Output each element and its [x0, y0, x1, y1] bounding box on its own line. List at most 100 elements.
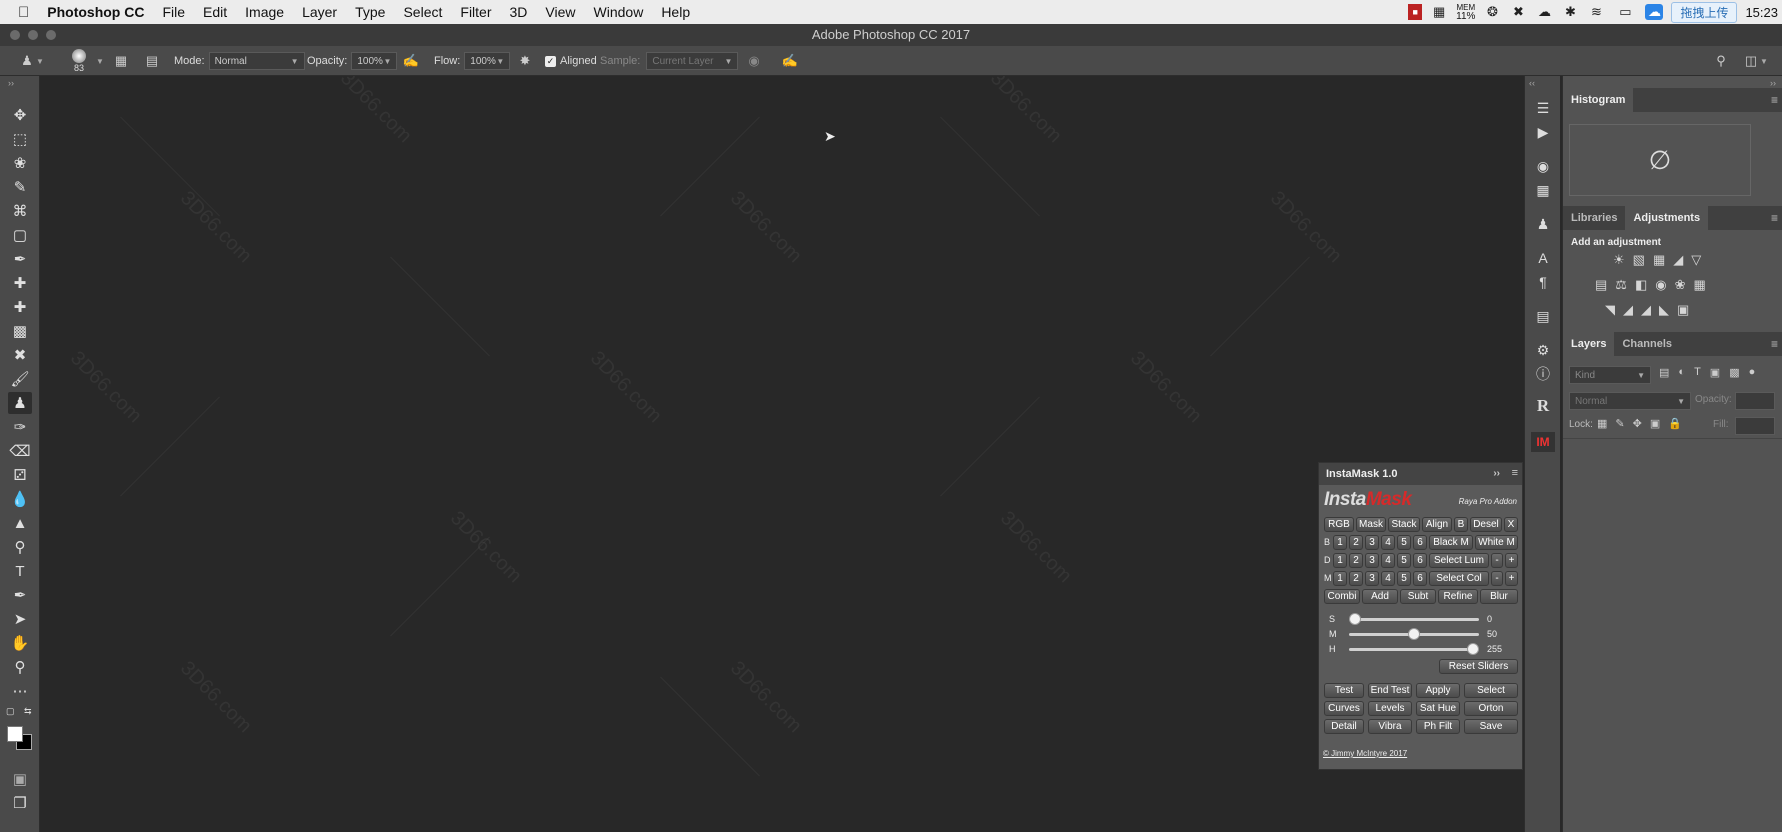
test-button[interactable]: Test [1324, 683, 1364, 698]
end-test-button[interactable]: End Test [1368, 683, 1412, 698]
pixel-filter-icon[interactable]: ▤ [1659, 366, 1669, 379]
menu-view[interactable]: View [536, 4, 584, 20]
ignore-adjustment-layers-icon[interactable]: ◉ [745, 52, 763, 70]
lock-transparency-icon[interactable]: ▦ [1597, 417, 1607, 430]
tools-icon[interactable]: ✖ [1509, 4, 1527, 20]
instamask-panel-icon[interactable]: IM [1531, 432, 1555, 452]
m1-button[interactable]: 1 [1333, 571, 1347, 586]
vibrance-icon[interactable]: ▽ [1691, 252, 1701, 268]
layer-opacity-input[interactable] [1735, 392, 1775, 410]
black-white-icon[interactable]: ◧ [1635, 277, 1647, 293]
bluetooth-icon[interactable]: ✱ [1561, 4, 1579, 20]
collapse-tools-icon[interactable]: ›› [8, 78, 14, 88]
swatches-panel-icon[interactable]: ◉ [1533, 156, 1553, 176]
patch-tool-icon[interactable]: ▩ [8, 320, 32, 342]
apple-menu-icon[interactable]:  [0, 4, 38, 21]
orton-button[interactable]: Orton [1464, 701, 1518, 716]
align-button[interactable]: Align [1422, 517, 1452, 532]
blur-tool-icon[interactable]: 💧 [8, 488, 32, 510]
mem-status[interactable]: MEM 11% [1456, 3, 1475, 22]
blur-button[interactable]: Blur [1480, 589, 1518, 604]
panel-menu-icon[interactable]: ≡ [1771, 337, 1778, 351]
type-filter-icon[interactable]: T [1694, 366, 1701, 379]
rgb-button[interactable]: RGB [1324, 517, 1354, 532]
d6-button[interactable]: 6 [1413, 553, 1427, 568]
menu-window[interactable]: Window [585, 4, 653, 20]
dodge-tool-icon[interactable]: ⚲ [8, 536, 32, 558]
marquee-tool-icon[interactable]: ⬚ [8, 128, 32, 150]
shape-filter-icon[interactable]: ▣ [1710, 366, 1720, 379]
spot-healing-tool-icon[interactable]: ✚ [8, 272, 32, 294]
history-panel-icon[interactable]: ☰ [1533, 98, 1553, 118]
mask-button[interactable]: Mask [1356, 517, 1386, 532]
character-panel-icon[interactable]: A [1533, 248, 1553, 268]
paragraph-panel-icon[interactable]: ¶ [1533, 272, 1553, 292]
channel-mixer-icon[interactable]: ❀ [1675, 277, 1686, 293]
edit-toolbar-icon[interactable]: ⋯ [8, 680, 32, 702]
document-canvas-area[interactable]: 3D66.com 3D66.com 3D66.com 3D66.com 3D66… [40, 76, 1524, 832]
quick-selection-tool-icon[interactable]: ✎ [8, 176, 32, 198]
white-m-button[interactable]: White M [1475, 535, 1518, 550]
quick-mask-icon[interactable]: ▣ [8, 768, 32, 790]
lock-position-icon[interactable]: ✥ [1633, 417, 1642, 430]
tab-adjustments[interactable]: Adjustments [1625, 206, 1709, 230]
expand-dock-icon[interactable]: ‹‹ [1529, 78, 1535, 88]
tool-preset-picker[interactable]: ♟ ▼ [18, 46, 44, 76]
menu-3d[interactable]: 3D [501, 4, 537, 20]
flow-input[interactable]: 100% ▼ [464, 52, 511, 70]
menu-select[interactable]: Select [394, 4, 451, 20]
type-tool-icon[interactable]: T [8, 560, 32, 582]
apply-button[interactable]: Apply [1416, 683, 1460, 698]
opacity-input[interactable]: 100% ▼ [351, 52, 398, 70]
b1-button[interactable]: 1 [1333, 535, 1347, 550]
b5-button[interactable]: 5 [1397, 535, 1411, 550]
dashboard-icon[interactable]: ▦ [1430, 4, 1448, 20]
sharpen-tool-icon[interactable]: ▲ [8, 512, 32, 534]
pressure-size-icon[interactable]: ✍ [781, 52, 799, 70]
lock-pixels-icon[interactable]: ✎ [1615, 417, 1624, 430]
content-aware-move-tool-icon[interactable]: ✖ [8, 344, 32, 366]
panel-menu-icon[interactable]: ≡ [1771, 93, 1778, 107]
pressure-opacity-icon[interactable]: ✍ [402, 52, 420, 70]
hue-saturation-icon[interactable]: ▤ [1595, 277, 1607, 293]
photo-filter-icon[interactable]: ◉ [1655, 277, 1666, 293]
threshold-icon[interactable]: ◢ [1641, 302, 1651, 318]
curves-button[interactable]: Curves [1324, 701, 1364, 716]
add-button[interactable]: Add [1362, 589, 1398, 604]
d1-button[interactable]: 1 [1333, 553, 1347, 568]
selective-color-icon[interactable]: ◣ [1659, 302, 1669, 318]
subt-button[interactable]: Subt [1400, 589, 1436, 604]
reset-sliders-button[interactable]: Reset Sliders [1439, 659, 1518, 674]
m6-button[interactable]: 6 [1413, 571, 1427, 586]
adjustment-filter-icon[interactable]: ◐ [1678, 366, 1685, 379]
image-panel-icon[interactable]: ▤ [1533, 306, 1553, 326]
b6-button[interactable]: 6 [1413, 535, 1427, 550]
collapse-panel-icon[interactable]: ›› [1493, 468, 1500, 479]
curves-icon[interactable]: ▦ [1653, 252, 1665, 268]
menu-image[interactable]: Image [236, 4, 293, 20]
baidu-cloud-icon[interactable]: ☁ [1645, 4, 1664, 20]
m4-button[interactable]: 4 [1381, 571, 1395, 586]
filter-toggle-icon[interactable]: ● [1749, 366, 1756, 379]
s-slider-track[interactable] [1349, 613, 1479, 625]
levels-icon[interactable]: ▧ [1633, 252, 1645, 268]
chevron-down-icon[interactable]: ▼ [96, 57, 104, 66]
s-slider-thumb[interactable] [1349, 613, 1361, 625]
h-slider-thumb[interactable] [1467, 643, 1479, 655]
paint-bucket-tool-icon[interactable]: ⚂ [8, 464, 32, 486]
d5-button[interactable]: 5 [1397, 553, 1411, 568]
vibra-button[interactable]: Vibra [1368, 719, 1412, 734]
aligned-checkbox[interactable]: ✓ [545, 55, 556, 67]
battery-icon[interactable]: ▭ [1613, 4, 1637, 20]
col-plus-button[interactable]: + [1505, 571, 1518, 586]
brightness-contrast-icon[interactable]: ☀ [1613, 252, 1625, 268]
healing-brush-tool-icon[interactable]: ✚ [8, 296, 32, 318]
h-slider-track[interactable] [1349, 643, 1479, 655]
raya-pro-panel-icon[interactable]: R [1533, 396, 1553, 416]
frame-tool-icon[interactable]: ▢ [8, 224, 32, 246]
brush-tool-icon[interactable]: 🖌 [8, 368, 32, 390]
chevron-down-icon[interactable]: ▼ [1760, 57, 1768, 66]
tab-histogram[interactable]: Histogram [1563, 88, 1634, 112]
cloud-drive-icon[interactable]: ☁ [1535, 4, 1553, 20]
menu-filter[interactable]: Filter [451, 4, 500, 20]
